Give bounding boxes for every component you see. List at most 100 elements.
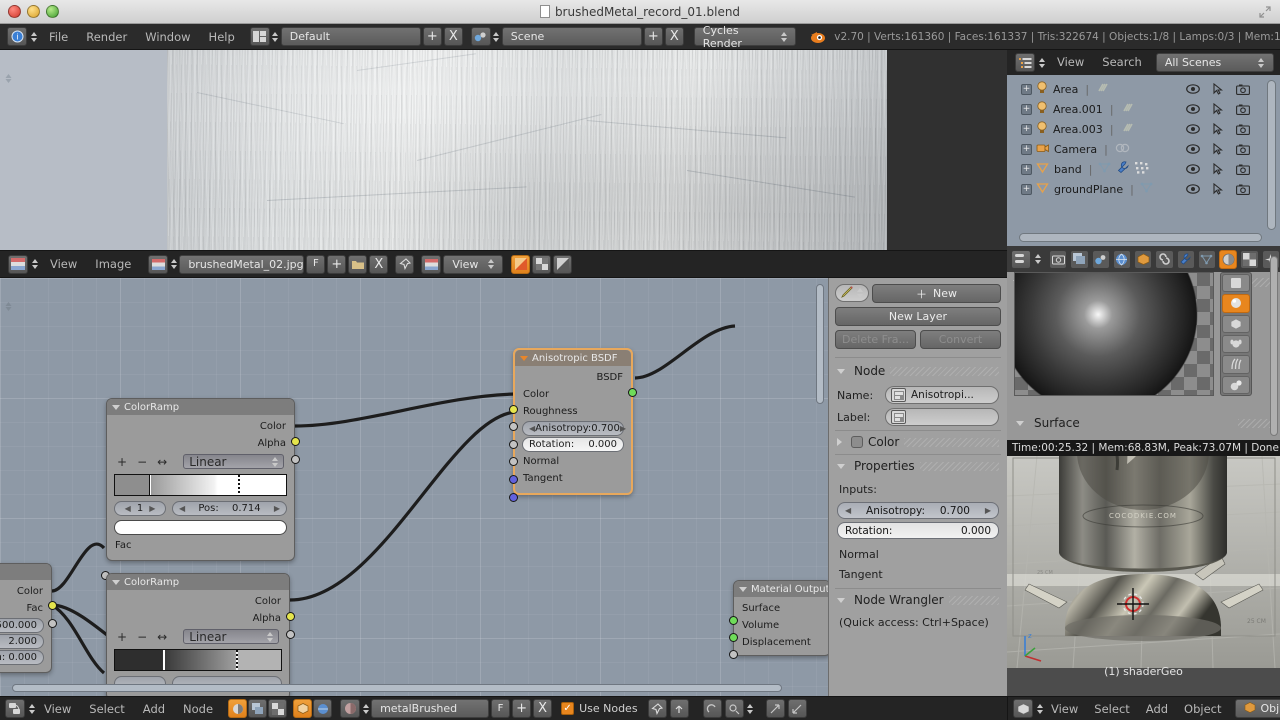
collapse-triangle-icon[interactable] <box>739 586 747 592</box>
properties-tab-constraints[interactable] <box>1155 249 1174 269</box>
texture-value-1[interactable]: 500.000 <box>0 618 44 633</box>
properties-tab-bar[interactable] <box>1007 246 1280 272</box>
properties-tab-material[interactable] <box>1219 249 1238 269</box>
new-image-button[interactable]: + <box>327 254 347 274</box>
use-nodes-checkbox[interactable]: ✓ <box>561 702 575 715</box>
socket-normal-input[interactable] <box>509 475 518 484</box>
node-header-colorramp-1[interactable]: ColorRamp <box>107 399 294 415</box>
outliner-menu-view[interactable]: View <box>1048 50 1093 75</box>
preview-cube-button[interactable] <box>1222 314 1250 333</box>
panel-header-surface[interactable]: Surface <box>1010 413 1278 433</box>
socket-color-output[interactable] <box>291 437 300 446</box>
properties-tab-render-layers[interactable] <box>1070 249 1089 269</box>
scene-field[interactable]: Scene <box>501 27 642 46</box>
socket-tangent-input[interactable] <box>509 493 518 502</box>
image-menu-view[interactable]: View <box>41 250 86 278</box>
compositing-nodes-tab-icon[interactable] <box>248 699 268 718</box>
editor-type-spinner-icon[interactable] <box>1036 699 1043 718</box>
increment-arrow-icon[interactable]: ▶ <box>620 424 626 433</box>
unlink-image-button[interactable]: X <box>369 254 389 274</box>
cursor-icon[interactable] <box>1213 83 1223 95</box>
viewport-menu-add[interactable]: Add <box>1138 697 1176 720</box>
color-checkbox[interactable] <box>851 436 863 448</box>
node-editor-vertical-scrollbar[interactable] <box>816 284 824 404</box>
outliner-row-toggles[interactable] <box>1186 163 1250 175</box>
socket-bsdf-output[interactable] <box>628 388 637 397</box>
flip-ramp-icon[interactable]: ↔ <box>157 630 167 644</box>
socket-fac-output[interactable] <box>48 619 57 628</box>
colorramp-1-interpolation-select[interactable]: Linear <box>183 454 284 469</box>
properties-tab-data[interactable] <box>1197 249 1217 269</box>
delete-screen-layout-button[interactable]: X <box>443 27 463 46</box>
viewport-menu-object[interactable]: Object <box>1176 697 1229 720</box>
socket-alpha-output[interactable] <box>291 455 300 464</box>
texture-nodes-tab-icon[interactable] <box>268 699 288 718</box>
unlink-material-button[interactable]: X <box>533 699 553 718</box>
panel-header-node[interactable]: Node <box>835 360 1001 382</box>
area-corner-widget-node-editor[interactable] <box>2 300 15 313</box>
display-channels-zdepth-icon[interactable] <box>553 254 573 274</box>
colorramp-2-interpolation-select[interactable]: Linear <box>183 629 279 644</box>
editor-type-spinner-icon[interactable] <box>1038 53 1045 72</box>
outliner-row-toggles[interactable] <box>1186 143 1250 155</box>
screen-layout-field[interactable]: Default <box>280 27 421 46</box>
eye-icon[interactable] <box>1186 184 1200 194</box>
panel-header-properties[interactable]: Properties <box>835 455 1001 477</box>
colorramp-2-stop-a[interactable] <box>163 650 166 670</box>
outliner-display-mode-select[interactable]: All Scenes <box>1155 53 1274 72</box>
colorramp-1-gradient[interactable] <box>114 474 287 496</box>
decrement-arrow-icon[interactable]: ◀ <box>125 504 131 513</box>
socket-color-input[interactable] <box>509 405 518 414</box>
outliner-row-groundplane[interactable]: + groundPlane | <box>1007 179 1280 199</box>
node-menu-view[interactable]: View <box>35 697 80 720</box>
add-screen-layout-button[interactable]: + <box>422 27 442 46</box>
properties-tab-scene[interactable] <box>1091 249 1110 269</box>
npanel-rotation-field[interactable]: Rotation: 0.000 <box>837 522 999 539</box>
add-stop-icon[interactable]: + <box>117 455 127 469</box>
menu-render[interactable]: Render <box>77 24 136 50</box>
area-corner-widget-top-left[interactable] <box>2 72 15 85</box>
render-engine-select[interactable]: Cycles Render <box>693 24 797 50</box>
new-button[interactable]: ＋ New <box>872 284 1001 303</box>
eye-icon[interactable] <box>1186 124 1200 134</box>
cursor-icon[interactable] <box>1213 103 1223 115</box>
camera-icon[interactable] <box>1236 164 1250 175</box>
eye-icon[interactable] <box>1186 144 1200 154</box>
material-spinner-icon[interactable] <box>362 699 369 718</box>
menu-file[interactable]: File <box>40 24 77 50</box>
preview-sphere-button[interactable] <box>1222 294 1250 313</box>
field-rotation[interactable]: Rotation: 0.000 <box>522 437 624 452</box>
image-datablock-spinner-icon[interactable] <box>170 255 177 274</box>
viewport-menu-select[interactable]: Select <box>1086 697 1137 720</box>
texture-value-3[interactable]: n: 0.000 <box>0 650 44 665</box>
outliner-menu-search[interactable]: Search <box>1093 50 1151 75</box>
snap-icon[interactable] <box>702 699 722 718</box>
increment-arrow-icon[interactable]: ▶ <box>274 504 280 513</box>
node-material-output[interactable]: Material Output Surface Volume Displacem… <box>729 580 831 659</box>
increment-arrow-icon[interactable]: ▶ <box>149 504 155 513</box>
panel-header-node-wrangler[interactable]: Node Wrangler <box>835 589 1001 611</box>
auto-offset-direction-icon[interactable] <box>787 699 807 718</box>
editor-type-selector-outliner[interactable] <box>1012 53 1048 73</box>
collapse-triangle-icon[interactable] <box>520 355 528 361</box>
preview-hair-button[interactable] <box>1222 355 1250 374</box>
snap-element-icon[interactable] <box>724 699 744 718</box>
collapse-triangle-icon[interactable] <box>112 579 120 585</box>
field-anisotropy[interactable]: ◀ Anisotropy: 0.700 ▶ <box>522 421 626 436</box>
world-shader-icon[interactable] <box>313 699 333 718</box>
editor-type-selector-image[interactable] <box>5 254 41 274</box>
go-to-parent-icon[interactable] <box>669 699 689 718</box>
brush-datablock-selector[interactable] <box>835 284 869 302</box>
auto-offset-icon[interactable] <box>765 699 785 718</box>
node-editor-area[interactable]: Material Output Surface Volume Displacem… <box>0 278 1007 696</box>
editor-type-selector-viewport[interactable] <box>1013 699 1043 719</box>
increment-arrow-icon[interactable]: ▶ <box>985 506 991 515</box>
fake-user-button[interactable]: F <box>491 699 511 718</box>
properties-tab-modifiers[interactable] <box>1176 249 1195 269</box>
editor-type-spinner-icon[interactable] <box>1034 250 1041 269</box>
scene-spinner-icon[interactable] <box>493 27 500 46</box>
decrement-arrow-icon[interactable]: ◀ <box>179 504 185 513</box>
remove-stop-icon[interactable]: − <box>137 630 147 644</box>
node-label-input[interactable] <box>885 408 999 426</box>
outliner-row-toggles[interactable] <box>1186 83 1250 95</box>
